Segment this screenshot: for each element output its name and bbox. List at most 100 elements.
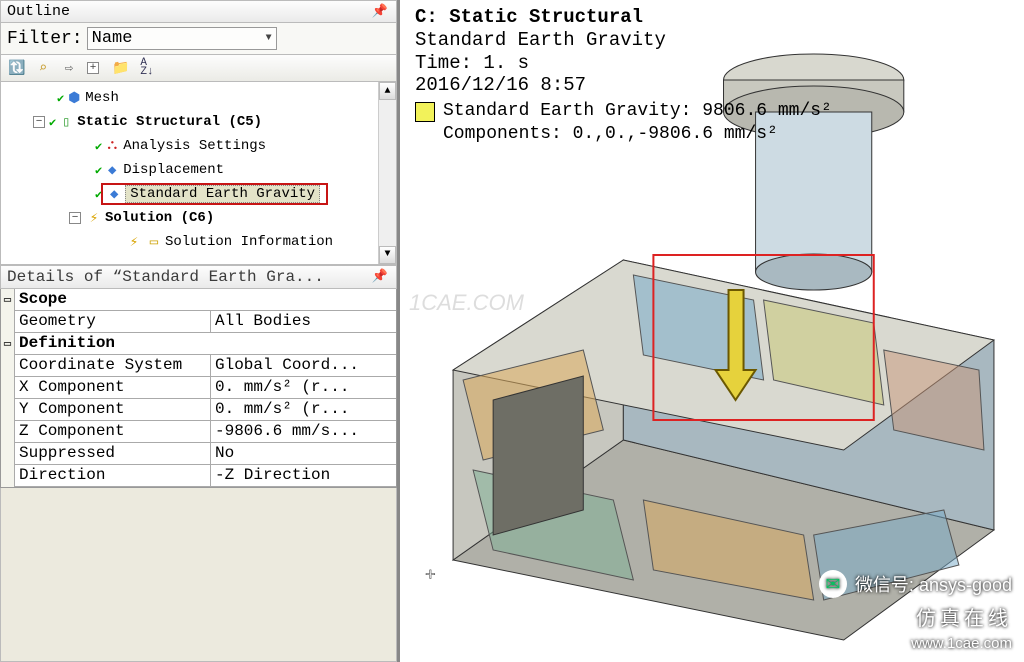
node-label: Solution Information (165, 234, 333, 250)
sort-az-icon[interactable]: AZ↓ (137, 58, 157, 78)
legend-color-swatch (415, 102, 435, 122)
brand-name: 仿真在线 (916, 602, 1012, 631)
tree-node-solution-info[interactable]: ⚡ ▭ Solution Information (5, 230, 396, 254)
expand-all-icon[interactable]: + (85, 58, 105, 78)
section-label: Scope (15, 289, 396, 311)
prop-key: Z Component (15, 421, 211, 443)
prop-key: Suppressed (15, 443, 211, 465)
prop-key: Geometry (15, 311, 211, 333)
displacement-icon: ◆ (103, 162, 121, 179)
scroll-up-icon[interactable]: ▲ (379, 82, 396, 100)
viewport-legend: Standard Earth Gravity: 9806.6 mm/s² Com… (415, 100, 832, 145)
filter-dropdown[interactable]: Name ▼ (87, 27, 277, 50)
prop-value: -Z Direction (211, 465, 396, 487)
node-label: Static Structural (C5) (77, 114, 262, 130)
details-empty-area (0, 488, 397, 662)
details-row-x[interactable]: X Component 0. mm/s² (r... (1, 377, 396, 399)
details-panel-title: Details of “Standard Earth Gra... 📌 (0, 265, 397, 289)
tree-node-solution[interactable]: − ⚡ Solution (C6) (5, 206, 396, 230)
prop-key: X Component (15, 377, 211, 399)
collapse-icon[interactable]: ▭ (4, 338, 11, 350)
collapse-icon[interactable]: − (69, 212, 81, 224)
tree-view[interactable]: ✔ ⬢ Mesh − ✔ ▯ Static Structural (C5) ✔ … (0, 82, 397, 265)
folder-icon[interactable]: 📁 (111, 58, 131, 78)
tree-node-analysis-settings[interactable]: ✔ ⛬ Analysis Settings (5, 134, 396, 158)
details-row-z[interactable]: Z Component -9806.6 mm/s... (1, 421, 396, 443)
collapse-icon[interactable]: ▭ (4, 294, 11, 306)
tree-node-standard-earth-gravity[interactable]: ✔ ◆ Standard Earth Gravity (5, 182, 396, 206)
system-icon: ▯ (57, 114, 75, 131)
node-label: Analysis Settings (123, 138, 266, 154)
scroll-track[interactable] (379, 100, 396, 246)
collapse-icon[interactable]: − (33, 116, 45, 128)
chevron-down-icon: ▼ (266, 33, 272, 44)
info-doc-icon: ▭ (145, 234, 163, 251)
lightning-icon: ⚡ (125, 234, 143, 251)
details-row-geometry[interactable]: Geometry All Bodies (1, 311, 396, 333)
viewport-load-name: Standard Earth Gravity (415, 29, 666, 52)
details-row-direction[interactable]: Direction -Z Direction (1, 465, 396, 487)
outline-title-text: Outline (7, 3, 70, 20)
solution-icon: ⚡ (85, 210, 103, 227)
scroll-down-icon[interactable]: ▼ (379, 246, 396, 264)
prop-value: 0. mm/s² (r... (211, 399, 396, 421)
check-icon: ✔ (57, 91, 64, 106)
prop-value: -9806.6 mm/s... (211, 421, 396, 443)
brand-url-row: www.1cae.com (911, 635, 1012, 652)
viewport-header: C: Static Structural Standard Earth Grav… (415, 6, 666, 97)
check-icon: ✔ (95, 139, 102, 154)
check-icon: ✔ (95, 163, 102, 178)
node-label: Displacement (123, 162, 224, 178)
filter-value: Name (92, 29, 133, 48)
prop-key: Direction (15, 465, 211, 487)
details-row-y[interactable]: Y Component 0. mm/s² (r... (1, 399, 396, 421)
selected-node-highlight: ◆ Standard Earth Gravity (101, 183, 328, 205)
left-pane: Outline 📌 Filter: Name ▼ 🔃 ⌕ ⇨ + 📁 AZ↓ ✔… (0, 0, 400, 662)
details-section-scope[interactable]: ▭ Scope (1, 289, 396, 311)
analysis-icon: ⛬ (103, 138, 121, 154)
details-section-definition[interactable]: ▭ Definition (1, 333, 396, 355)
filter-label: Filter: (3, 29, 87, 49)
check-icon: ✔ (49, 115, 56, 130)
tree-scrollbar[interactable]: ▲ ▼ (378, 82, 396, 264)
tree-node-mesh[interactable]: ✔ ⬢ Mesh (5, 86, 396, 110)
prop-value: No (211, 443, 396, 465)
prop-key: Y Component (15, 399, 211, 421)
prop-key: Coordinate System (15, 355, 211, 377)
tree-node-displacement[interactable]: ✔ ◆ Displacement (5, 158, 396, 182)
gravity-icon: ◆ (105, 186, 123, 203)
legend-line-2: Components: 0.,0.,-9806.6 mm/s² (443, 123, 832, 146)
viewport-time: Time: 1. s (415, 52, 666, 75)
details-grid: ▭ Scope Geometry All Bodies ▭ Definition… (0, 289, 397, 488)
pin-icon[interactable]: 📌 (372, 4, 390, 19)
details-row-suppressed[interactable]: Suppressed No (1, 443, 396, 465)
wechat-row: ✉ 微信号: ansys-good (819, 570, 1012, 598)
refresh-icon[interactable]: 🔃 (7, 58, 27, 78)
wechat-icon: ✉ (819, 570, 847, 598)
brand-row: 仿真在线 (916, 602, 1012, 631)
prop-value: All Bodies (211, 311, 396, 333)
viewport-datetime: 2016/12/16 8:57 (415, 74, 666, 97)
details-title-text: Details of “Standard Earth Gra... (7, 268, 324, 286)
outline-panel-title: Outline 📌 (0, 0, 397, 23)
node-label: Standard Earth Gravity (125, 185, 320, 203)
pin-icon[interactable]: 📌 (372, 269, 390, 284)
mesh-icon: ⬢ (65, 90, 83, 107)
prop-value: 0. mm/s² (r... (211, 377, 396, 399)
section-label: Definition (15, 333, 396, 355)
footer-brand: ✉ 微信号: ansys-good 仿真在线 www.1cae.com (819, 570, 1012, 652)
details-row-coord[interactable]: Coordinate System Global Coord... (1, 355, 396, 377)
viewport-system-title: C: Static Structural (415, 6, 666, 29)
branch-icon[interactable]: ⇨ (59, 58, 79, 78)
watermark-text: 1CAE.COM (409, 290, 524, 316)
brand-url: www.1cae.com (911, 635, 1012, 652)
filter-row: Filter: Name ▼ (0, 23, 397, 55)
filter-tool-icon[interactable]: ⌕ (33, 58, 53, 78)
svg-text:+: + (425, 566, 436, 586)
node-label: Solution (C6) (105, 210, 214, 226)
prop-value: Global Coord... (211, 355, 396, 377)
legend-text: Standard Earth Gravity: 9806.6 mm/s² Com… (443, 100, 832, 145)
legend-line-1: Standard Earth Gravity: 9806.6 mm/s² (443, 100, 832, 123)
graphics-viewport[interactable]: + C: Static Structural Standard Earth Gr… (403, 0, 1024, 662)
tree-node-static-structural[interactable]: − ✔ ▯ Static Structural (C5) (5, 110, 396, 134)
